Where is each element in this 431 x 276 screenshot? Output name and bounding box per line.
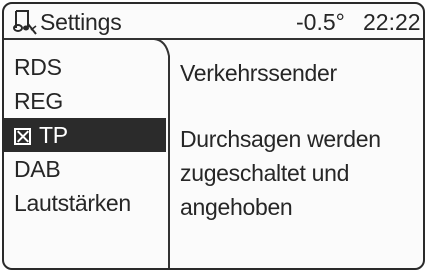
page-title: Settings [40, 9, 122, 35]
detail-heading: Verkehrssender [180, 60, 337, 86]
checked-checkbox-icon[interactable] [14, 128, 31, 145]
menu-item-label: REG [14, 88, 63, 114]
detail-panel: Verkehrssender Durchsagen werden zugesch… [180, 58, 420, 224]
settings-menu: RDS REG TP DAB Lautstärken [4, 50, 166, 220]
description-line: zugeschaltet und [180, 160, 350, 186]
menu-item-dab[interactable]: DAB [4, 152, 166, 186]
settings-music-icon [13, 10, 37, 35]
menu-item-reg[interactable]: REG [4, 84, 166, 118]
display-screen: Settings -0.5° 22:22 RDS REG TP DAB Laut… [2, 2, 425, 270]
menu-item-tp[interactable]: TP [4, 118, 166, 152]
menu-item-label: DAB [14, 156, 61, 182]
clock: 22:22 [363, 9, 421, 35]
menu-item-label: TP [39, 122, 68, 148]
menu-item-lautstaerken[interactable]: Lautstärken [4, 186, 166, 220]
menu-item-label: RDS [14, 54, 62, 80]
outside-temperature: -0.5° [296, 9, 345, 35]
description-line: Durchsagen werden [180, 126, 381, 152]
status-bar: Settings -0.5° 22:22 [4, 4, 423, 40]
menu-item-label: Lautstärken [14, 190, 131, 216]
description-line: angehoben [180, 194, 293, 220]
menu-item-rds[interactable]: RDS [4, 50, 166, 84]
